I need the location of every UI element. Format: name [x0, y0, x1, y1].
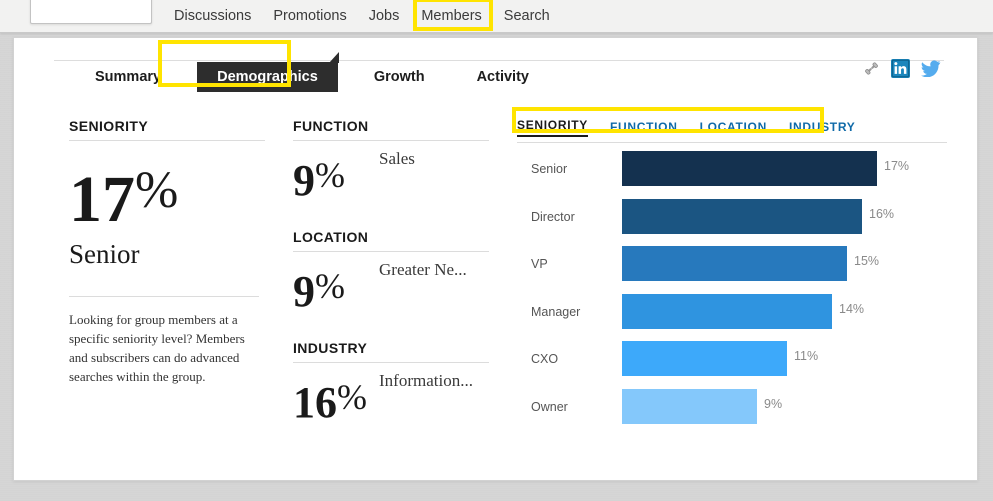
subtab-function[interactable]: FUNCTION — [610, 120, 678, 137]
function-number: 9 — [293, 156, 315, 205]
seniority-bar-chart: Senior 17% Director 16% VP 15% Manager 14% CXO 11… — [517, 146, 947, 431]
nav-item-promotions[interactable]: Promotions — [262, 5, 357, 28]
bar-row: CXO 11% — [517, 336, 947, 384]
chart-subtab-list: SENIORITY FUNCTION LOCATION INDUSTRY — [517, 118, 947, 143]
bar-category-label: CXO — [531, 352, 559, 366]
function-percent-sign: % — [315, 155, 345, 195]
search-input[interactable] — [30, 0, 152, 24]
stat-block-location: LOCATION 9% Greater Ne... — [293, 229, 489, 316]
bar-track — [622, 341, 787, 376]
subtab-industry[interactable]: INDUSTRY — [789, 120, 856, 137]
link-icon[interactable] — [863, 60, 880, 82]
industry-number: 16 — [293, 378, 337, 427]
twitter-icon[interactable] — [920, 60, 941, 82]
bar-category-label: Director — [531, 209, 575, 224]
demographics-chart-panel: SENIORITY FUNCTION LOCATION INDUSTRY Sen… — [517, 118, 947, 424]
seniority-label: Senior — [69, 239, 140, 269]
function-heading: FUNCTION — [293, 118, 489, 141]
tab-list: Summary Demographics Growth Activity — [69, 52, 555, 92]
function-label: Sales — [379, 149, 415, 168]
seniority-percent-sign: % — [135, 162, 179, 219]
tab-demographics[interactable]: Demographics — [197, 52, 339, 92]
function-value: 9% — [293, 157, 345, 203]
bar-value-label: 14% — [839, 301, 865, 316]
linkedin-icon[interactable] — [891, 59, 910, 83]
bar-value-label: 9% — [764, 396, 783, 411]
bar-track — [622, 198, 862, 234]
stat-block-function: FUNCTION 9% Sales — [293, 118, 489, 205]
bar-category-label: VP — [531, 257, 548, 271]
nav-item-search[interactable]: Search — [493, 5, 561, 28]
bar — [622, 246, 847, 281]
industry-value: 16% — [293, 379, 367, 425]
location-value: 9% — [293, 268, 345, 314]
bar-category-label: Owner — [531, 399, 568, 414]
bar — [622, 388, 757, 424]
bar — [622, 341, 787, 376]
bar-value-label: 17% — [884, 159, 910, 173]
subtab-location[interactable]: LOCATION — [700, 120, 767, 137]
tab-bar: Summary Demographics Growth Activity — [14, 50, 979, 92]
tab-activity[interactable]: Activity — [451, 63, 555, 91]
bar-value-label: 15% — [854, 254, 880, 268]
stat-block-industry: INDUSTRY 16% Information... — [293, 340, 489, 427]
location-number: 9 — [293, 267, 315, 316]
nav-item-list: Discussions Promotions Jobs Members Sear… — [163, 0, 561, 33]
location-percent-sign: % — [315, 266, 345, 306]
nav-item-members[interactable]: Members — [410, 5, 492, 28]
seniority-heading: SENIORITY — [69, 118, 265, 141]
bar — [622, 293, 832, 329]
seniority-divider — [69, 296, 259, 297]
bar-value-label: 11% — [794, 349, 819, 363]
seniority-panel: SENIORITY 17% Senior Looking for group m… — [69, 118, 265, 386]
subtab-seniority[interactable]: SENIORITY — [517, 118, 588, 137]
content-card: Summary Demographics Growth Activity SEN… — [13, 37, 978, 481]
top-navigation-bar: Discussions Promotions Jobs Members Sear… — [0, 0, 993, 33]
bar-row: Senior 17% — [517, 146, 947, 194]
tab-summary[interactable]: Summary — [69, 63, 187, 91]
nav-item-discussions[interactable]: Discussions — [163, 5, 262, 28]
bar-row: VP 15% — [517, 241, 947, 289]
bar-track — [622, 293, 832, 329]
bar-row: Director 16% — [517, 194, 947, 242]
seniority-big-number: 17% — [69, 165, 265, 233]
tab-growth[interactable]: Growth — [348, 63, 451, 91]
bar-value-label: 16% — [869, 206, 895, 221]
stat-blocks-column: FUNCTION 9% Sales LOCATION 9% Greater Ne… — [293, 118, 489, 451]
bar-row: Owner 9% — [517, 384, 947, 432]
nav-item-jobs[interactable]: Jobs — [358, 5, 411, 28]
tab-bar-divider — [54, 60, 944, 61]
social-icon-group — [863, 59, 941, 83]
seniority-help-text: Looking for group members at a specific … — [69, 312, 245, 384]
bar-track — [622, 388, 757, 424]
bar-row: Manager 14% — [517, 289, 947, 337]
seniority-value: 17 — [69, 163, 135, 236]
location-label: Greater Ne... — [379, 260, 467, 279]
bar-track — [622, 246, 847, 281]
location-heading: LOCATION — [293, 229, 489, 252]
bar-category-label: Senior — [531, 162, 568, 176]
bar — [622, 198, 862, 234]
screenshot-root: Discussions Promotions Jobs Members Sear… — [0, 0, 993, 501]
industry-label: Information... — [379, 371, 473, 390]
bar-track — [622, 151, 877, 186]
bar-category-label: Manager — [531, 304, 581, 319]
bar — [622, 151, 877, 186]
industry-heading: INDUSTRY — [293, 340, 489, 363]
industry-percent-sign: % — [337, 377, 367, 417]
